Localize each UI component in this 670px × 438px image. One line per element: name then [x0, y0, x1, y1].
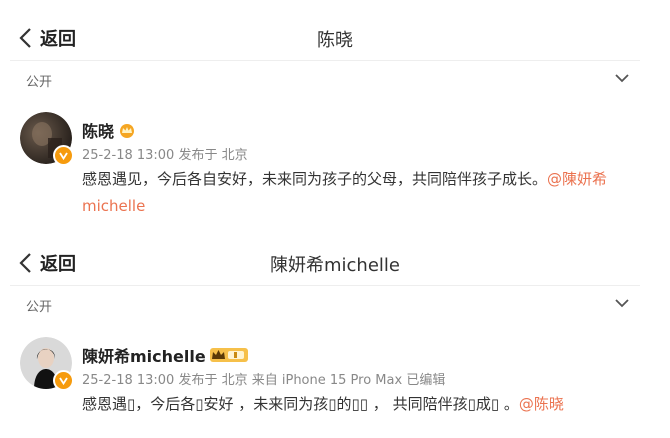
post-text: 感恩遇▯，今后各▯安好 ，未来同为孩▯的▯▯ ， 共同陪伴孩▯成▯ 。 — [82, 395, 519, 413]
visibility-selector[interactable]: 公开 — [10, 60, 640, 97]
page-title: 陈晓 — [317, 30, 353, 51]
post-content: 感恩遇▯，今后各▯安好 ，未来同为孩▯的▯▯ ， 共同陪伴孩▯成▯ 。@陈晓 — [82, 391, 642, 418]
post-content: 感恩遇见，今后各自安好，未来同为孩子的父母，共同陪伴孩子成长。@陳妍希miche… — [82, 166, 642, 220]
post-meta: 25-2-18 13:00 发布于 北京 来自 iPhone 15 Pro Ma… — [82, 373, 446, 388]
crown-icon — [209, 348, 248, 362]
page-title: 陳妍希michelle — [270, 255, 400, 276]
visibility-label: 公开 — [26, 300, 53, 315]
post-meta: 25-2-18 13:00 发布于 北京 — [82, 148, 248, 163]
author-name[interactable]: 陈晓 — [82, 118, 114, 142]
weibo-panel-2: 返回 陳妍希michelle 公开 陳妍希michelle 25-2-18 13… — [0, 225, 670, 438]
author-row: 陳妍希michelle — [82, 343, 248, 367]
chevron-down-icon[interactable] — [614, 73, 630, 83]
crown-icon — [120, 124, 135, 138]
author-name[interactable]: 陳妍希michelle — [82, 343, 206, 367]
avatar[interactable] — [20, 112, 74, 166]
mention-link[interactable]: @陈晓 — [519, 395, 564, 413]
weibo-panel-1: 返回 陈晓 公开 陈晓 25-2-18 13:00 发布于 北京 感恩遇见，今后… — [0, 0, 670, 225]
chevron-down-icon[interactable] — [614, 298, 630, 308]
verified-icon — [53, 370, 74, 391]
visibility-label: 公开 — [26, 75, 53, 90]
nav-header: 返回 陳妍希michelle — [0, 225, 670, 285]
nav-header: 返回 陈晓 — [0, 0, 670, 60]
visibility-selector[interactable]: 公开 — [10, 285, 640, 322]
avatar[interactable] — [20, 337, 74, 391]
verified-icon — [53, 145, 74, 166]
post-text: 感恩遇见，今后各自安好，未来同为孩子的父母，共同陪伴孩子成长。 — [82, 170, 548, 188]
author-row: 陈晓 — [82, 118, 136, 142]
